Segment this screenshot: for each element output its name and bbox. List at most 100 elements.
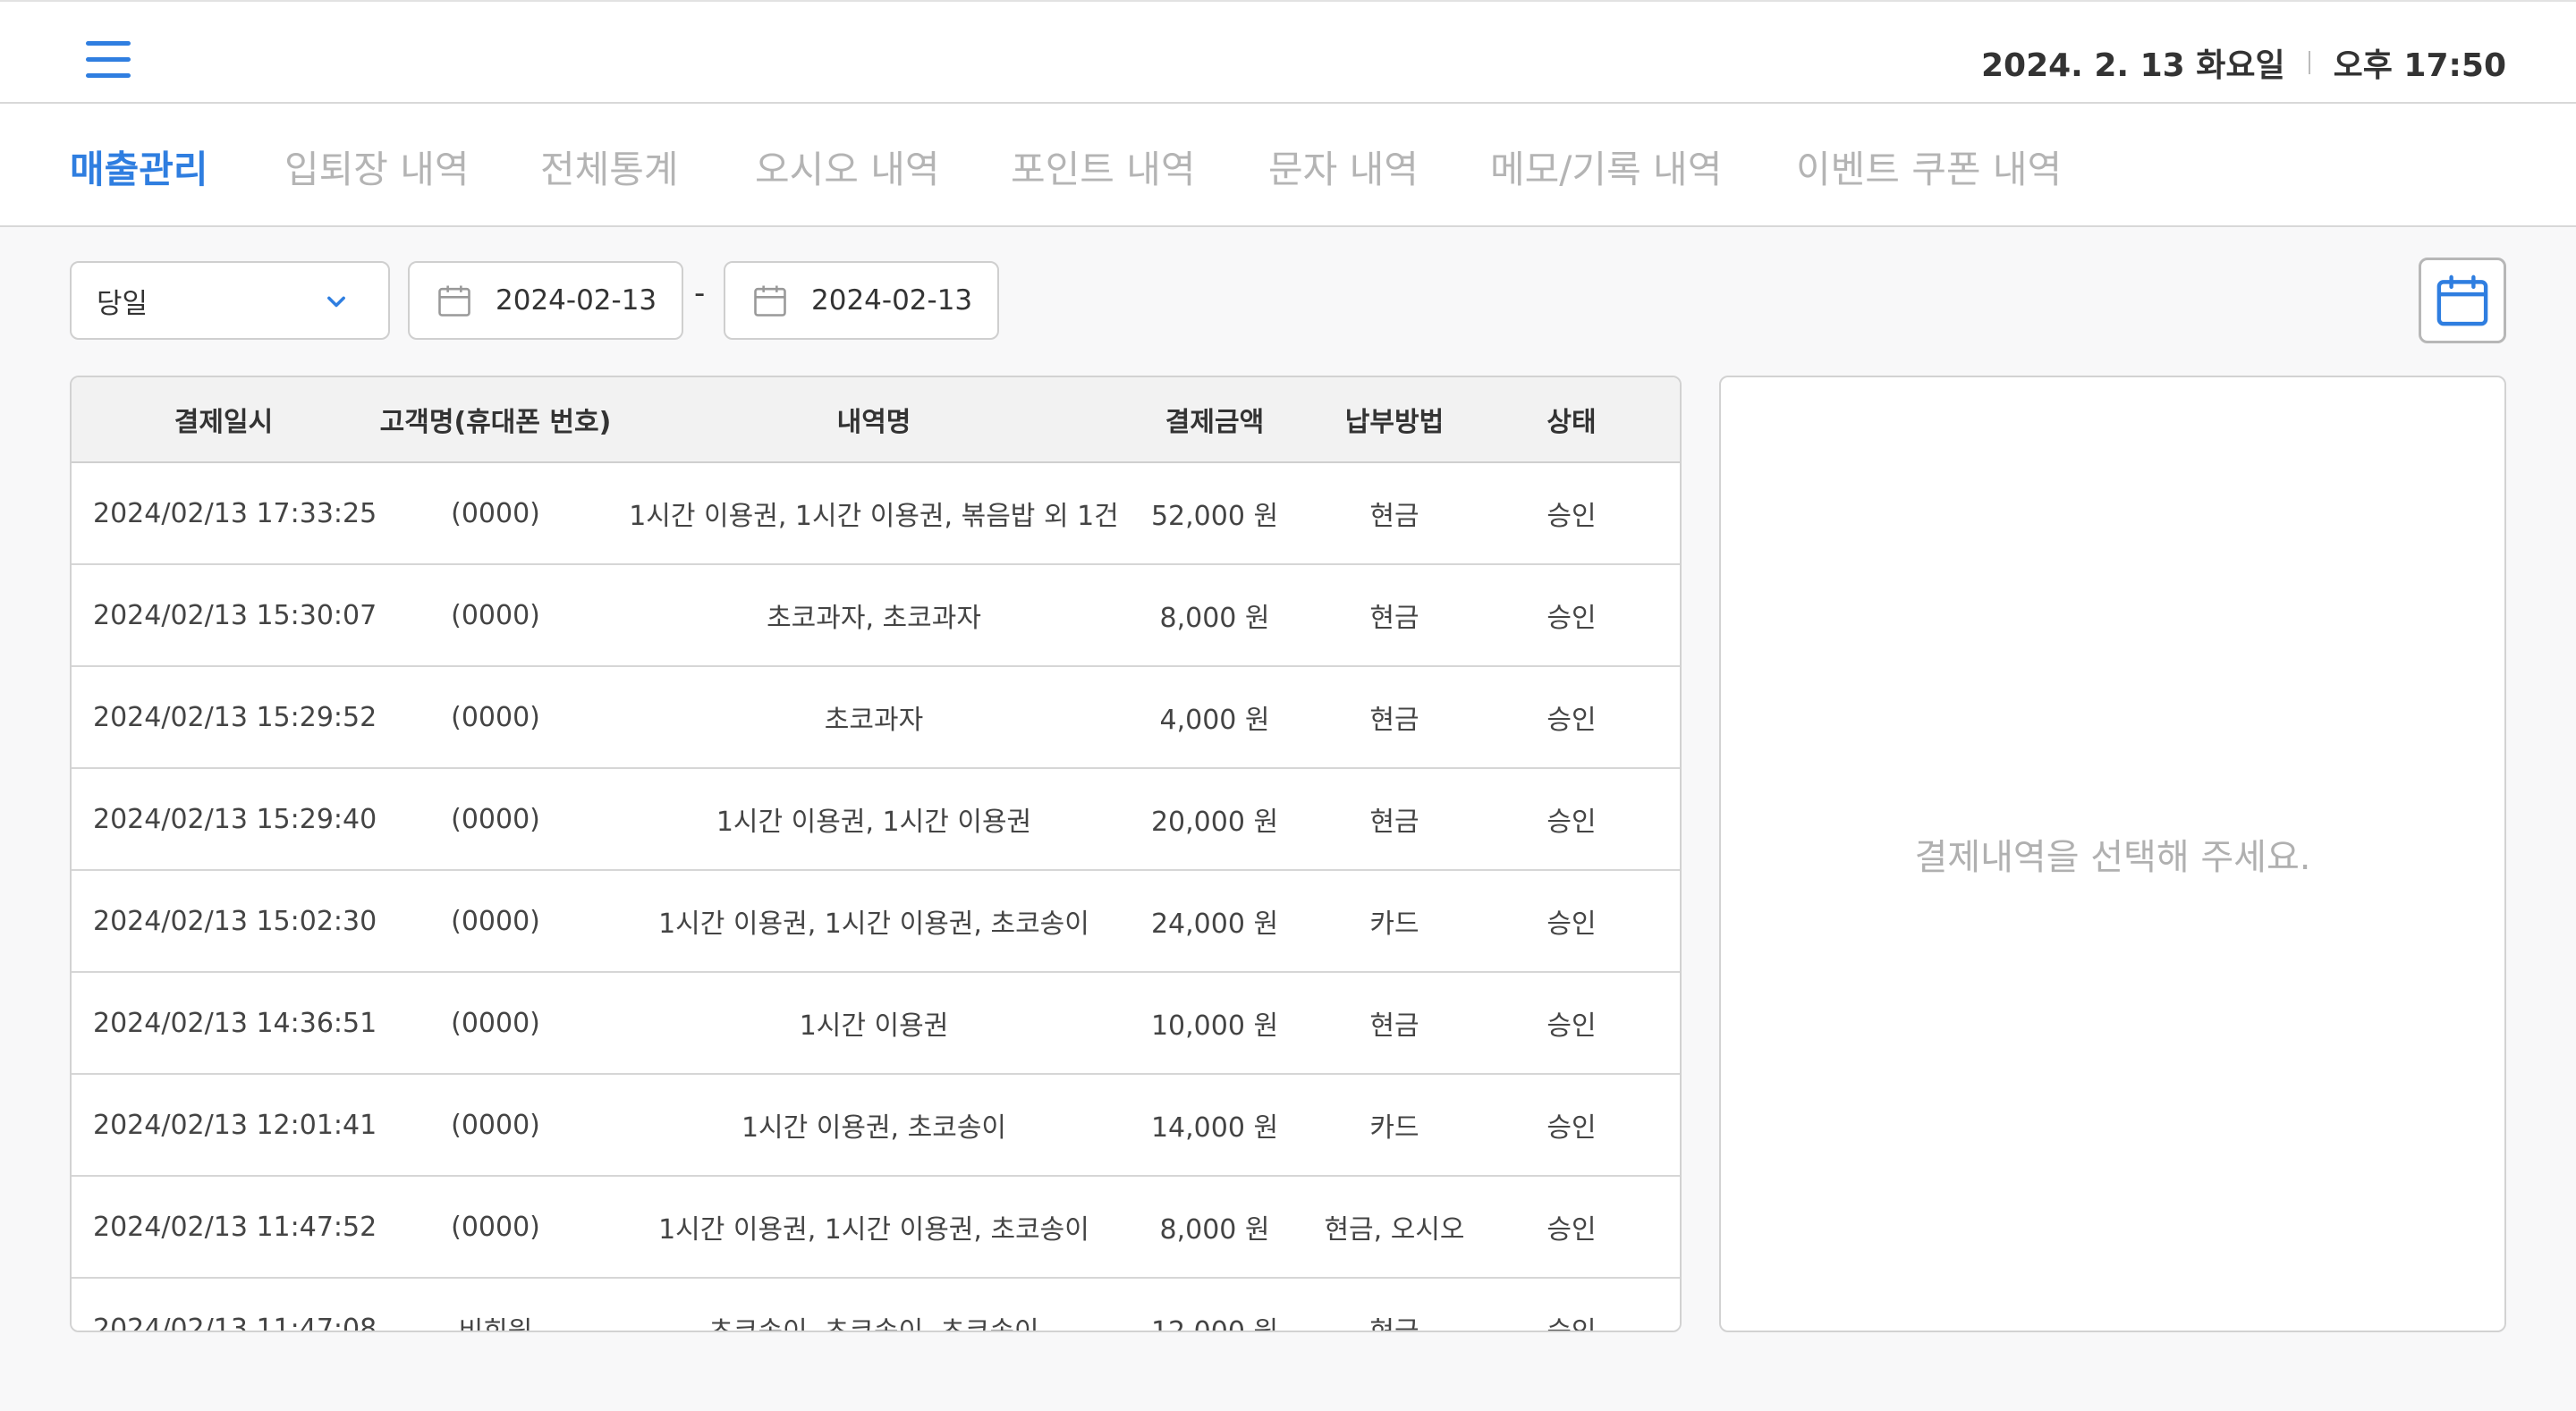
column-header: 납부방법 bbox=[1344, 407, 1445, 438]
table-row[interactable]: 2024/02/13 11:47:08 비회원 초코송이, 초코송이, 초코송이… bbox=[72, 1279, 1680, 1332]
tab-event-coupon[interactable]: 이벤트 쿠폰 내역 bbox=[1796, 139, 2062, 194]
tab-sms[interactable]: 문자 내역 bbox=[1268, 139, 1419, 194]
item-description: 1시간 이용권, 1시간 이용권, 초코송이 bbox=[658, 908, 1089, 940]
payment-status: 승인 bbox=[1546, 908, 1597, 940]
end-date-field[interactable]: 2024-02-13 bbox=[724, 261, 999, 340]
payment-amount: 12,000 원 bbox=[1150, 1316, 1279, 1332]
payment-amount: 8,000 원 bbox=[1159, 1214, 1270, 1246]
column-header: 상태 bbox=[1546, 407, 1597, 438]
payment-detail-panel: 결제내역을 선택해 주세요. bbox=[1719, 376, 2506, 1332]
current-time: 오후 17:50 bbox=[2333, 47, 2506, 84]
payment-method: 현금, 오시오 bbox=[1324, 1214, 1465, 1246]
period-select[interactable]: 당일 bbox=[70, 261, 390, 340]
column-header: 내역명 bbox=[836, 407, 911, 438]
calendar-icon bbox=[2436, 275, 2488, 326]
customer-name: (0000) bbox=[451, 1211, 540, 1243]
payment-method: 현금 bbox=[1369, 1010, 1419, 1042]
table-header: 결제일시 고객명(휴대폰 번호) 내역명 결제금액 납부방법 상태 bbox=[72, 377, 1680, 463]
payment-status: 승인 bbox=[1546, 807, 1597, 838]
top-bar: 2024. 2. 13 화요일 오후 17:50 bbox=[0, 0, 2576, 104]
tab-sales[interactable]: 매출관리 bbox=[70, 139, 208, 194]
customer-name: (0000) bbox=[451, 1109, 540, 1141]
payment-amount: 10,000 원 bbox=[1150, 1010, 1279, 1042]
tab-entry-exit[interactable]: 입퇴장 내역 bbox=[284, 139, 470, 194]
table-row[interactable]: 2024/02/13 11:47:52 (0000) 1시간 이용권, 1시간 … bbox=[72, 1177, 1680, 1279]
datetime-divider bbox=[2308, 51, 2310, 74]
table-row[interactable]: 2024/02/13 15:30:07 (0000) 초코과자, 초코과자 8,… bbox=[72, 565, 1680, 667]
payment-method: 카드 bbox=[1369, 1112, 1419, 1144]
item-description: 1시간 이용권, 1시간 이용권, 초코송이 bbox=[658, 1214, 1089, 1246]
table-row[interactable]: 2024/02/13 15:29:52 (0000) 초코과자 4,000 원 … bbox=[72, 667, 1680, 769]
table-row[interactable]: 2024/02/13 12:01:41 (0000) 1시간 이용권, 초코송이… bbox=[72, 1075, 1680, 1177]
payment-datetime: 2024/02/13 11:47:08 bbox=[93, 1313, 377, 1332]
period-value: 당일 bbox=[97, 287, 148, 320]
payment-status: 승인 bbox=[1546, 501, 1597, 532]
payment-amount: 8,000 원 bbox=[1159, 603, 1270, 634]
payment-datetime: 2024/02/13 15:02:30 bbox=[93, 905, 377, 937]
payment-amount: 20,000 원 bbox=[1150, 807, 1279, 838]
item-description: 초코송이, 초코송이, 초코송이 bbox=[708, 1316, 1039, 1332]
payment-datetime: 2024/02/13 17:33:25 bbox=[93, 497, 377, 529]
calendar-button[interactable] bbox=[2419, 258, 2506, 343]
tab-points[interactable]: 포인트 내역 bbox=[1011, 139, 1196, 194]
payment-amount: 14,000 원 bbox=[1150, 1112, 1279, 1144]
customer-name: (0000) bbox=[451, 701, 540, 733]
table-row[interactable]: 2024/02/13 14:36:51 (0000) 1시간 이용권 10,00… bbox=[72, 973, 1680, 1075]
date-range-separator: - bbox=[694, 275, 706, 311]
payment-datetime: 2024/02/13 11:47:52 bbox=[93, 1211, 377, 1243]
payment-amount: 52,000 원 bbox=[1150, 501, 1279, 532]
payment-datetime: 2024/02/13 12:01:41 bbox=[93, 1109, 377, 1141]
payment-status: 승인 bbox=[1546, 1112, 1597, 1144]
customer-name: (0000) bbox=[451, 599, 540, 631]
column-header: 결제일시 bbox=[174, 407, 274, 438]
customer-name: (0000) bbox=[451, 497, 540, 529]
payment-status: 승인 bbox=[1546, 1316, 1597, 1332]
calendar-icon bbox=[754, 285, 786, 317]
current-datetime: 2024. 2. 13 화요일 오후 17:50 bbox=[1981, 39, 2506, 86]
item-description: 1시간 이용권, 1시간 이용권 bbox=[716, 807, 1032, 838]
start-date-value: 2024-02-13 bbox=[496, 284, 657, 317]
bottom-area bbox=[0, 1339, 2576, 1411]
item-description: 1시간 이용권 bbox=[799, 1010, 949, 1042]
payment-datetime: 2024/02/13 14:36:51 bbox=[93, 1007, 377, 1039]
start-date-field[interactable]: 2024-02-13 bbox=[408, 261, 683, 340]
end-date-value: 2024-02-13 bbox=[811, 284, 973, 317]
tab-statistics[interactable]: 전체통계 bbox=[540, 139, 679, 194]
payment-amount: 4,000 원 bbox=[1159, 705, 1270, 736]
table-row[interactable]: 2024/02/13 15:29:40 (0000) 1시간 이용권, 1시간 … bbox=[72, 769, 1680, 871]
payment-method: 현금 bbox=[1369, 705, 1419, 736]
payment-datetime: 2024/02/13 15:30:07 bbox=[93, 599, 377, 631]
column-header: 결제금액 bbox=[1165, 407, 1265, 438]
payment-method: 현금 bbox=[1369, 1316, 1419, 1332]
table-row[interactable]: 2024/02/13 17:33:25 (0000) 1시간 이용권, 1시간 … bbox=[72, 463, 1680, 565]
chevron-down-icon bbox=[327, 296, 345, 308]
item-description: 초코과자 bbox=[824, 705, 924, 736]
payment-method: 현금 bbox=[1369, 603, 1419, 634]
tab-osio[interactable]: 오시오 내역 bbox=[755, 139, 940, 194]
payment-method: 카드 bbox=[1369, 908, 1419, 940]
payment-status: 승인 bbox=[1546, 603, 1597, 634]
payment-method: 현금 bbox=[1369, 501, 1419, 532]
payment-status: 승인 bbox=[1546, 1214, 1597, 1246]
payment-status: 승인 bbox=[1546, 705, 1597, 736]
customer-name: (0000) bbox=[451, 803, 540, 835]
item-description: 1시간 이용권, 1시간 이용권, 볶음밥 외 1건 bbox=[629, 501, 1119, 532]
payment-status: 승인 bbox=[1546, 1010, 1597, 1042]
payment-amount: 24,000 원 bbox=[1150, 908, 1279, 940]
customer-name: (0000) bbox=[451, 1007, 540, 1039]
customer-name: (0000) bbox=[451, 905, 540, 937]
menu-icon[interactable] bbox=[86, 41, 131, 80]
sales-table: 결제일시 고객명(휴대폰 번호) 내역명 결제금액 납부방법 상태 2024/0… bbox=[70, 376, 1682, 1332]
payment-datetime: 2024/02/13 15:29:52 bbox=[93, 701, 377, 733]
item-description: 1시간 이용권, 초코송이 bbox=[741, 1112, 1007, 1144]
payment-method: 현금 bbox=[1369, 807, 1419, 838]
column-header: 고객명(휴대폰 번호) bbox=[379, 407, 612, 438]
tab-bar: 매출관리 입퇴장 내역 전체통계 오시오 내역 포인트 내역 문자 내역 메모/… bbox=[0, 104, 2576, 227]
current-date: 2024. 2. 13 화요일 bbox=[1980, 47, 2285, 84]
table-row[interactable]: 2024/02/13 15:02:30 (0000) 1시간 이용권, 1시간 … bbox=[72, 871, 1680, 973]
customer-name: 비회원 bbox=[458, 1316, 533, 1332]
item-description: 초코과자, 초코과자 bbox=[767, 603, 981, 634]
empty-detail-message: 결제내역을 선택해 주세요. bbox=[1914, 837, 2311, 878]
tab-memo[interactable]: 메모/기록 내역 bbox=[1490, 139, 1722, 194]
payment-datetime: 2024/02/13 15:29:40 bbox=[93, 803, 377, 835]
